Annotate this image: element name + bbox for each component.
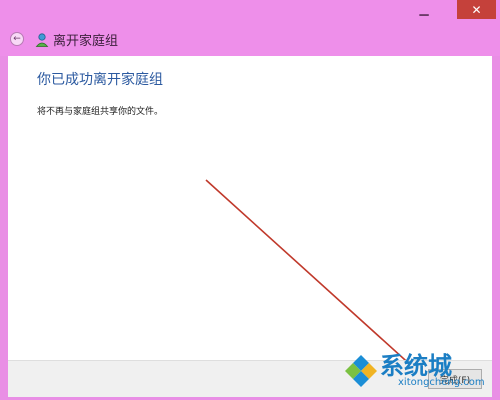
- watermark-logo-icon: [345, 355, 377, 387]
- page-title: 你已成功离开家庭组: [37, 72, 163, 88]
- back-button[interactable]: ←: [10, 32, 24, 46]
- watermark-brand: 系统城: [380, 352, 452, 380]
- description-text: 将不再与家庭组共享你的文件。: [37, 107, 164, 117]
- minimize-button[interactable]: ▁: [410, 0, 438, 18]
- minimize-icon: ▁: [419, 2, 429, 16]
- content-panel: 你已成功离开家庭组 将不再与家庭组共享你的文件。: [8, 56, 492, 360]
- window-title: 离开家庭组: [53, 34, 119, 49]
- close-button[interactable]: ✕: [457, 0, 496, 19]
- watermark: 系统城 xitongcheng.com: [344, 346, 500, 400]
- close-icon: ✕: [471, 2, 482, 17]
- title-bar: ▁ ✕: [0, 0, 500, 24]
- watermark-site: xitongcheng.com: [398, 377, 485, 388]
- navigation-bar: ← 离开家庭组: [0, 24, 500, 56]
- homegroup-icon: [35, 33, 49, 47]
- back-arrow-icon: ←: [13, 34, 21, 44]
